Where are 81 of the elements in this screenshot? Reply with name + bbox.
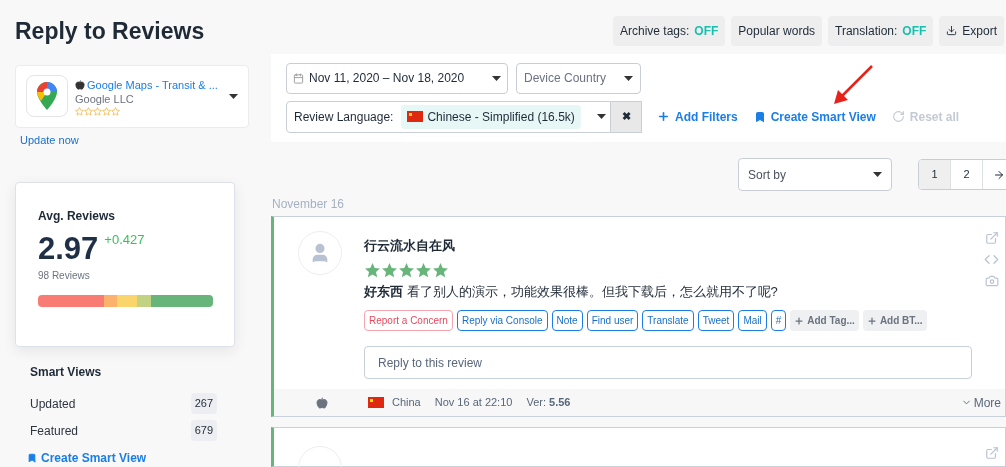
filter-link[interactable]: Create Smart View <box>753 107 876 126</box>
external-link-icon[interactable] <box>985 446 999 460</box>
more-button[interactable]: More <box>960 393 1001 412</box>
filter-link[interactable]: Add Filters <box>657 107 738 126</box>
action-button[interactable]: Find user <box>586 310 639 331</box>
action-button[interactable]: Add Tag... <box>790 310 859 331</box>
bookmark-icon <box>27 453 37 463</box>
toolbar-button[interactable]: Archive tags: OFF <box>612 16 726 46</box>
review-date: Nov 16 at 22:10 <box>434 395 513 411</box>
caret-icon <box>873 172 882 177</box>
star-icon <box>415 261 432 279</box>
rating-change: +0.427 <box>104 233 145 247</box>
action-button[interactable]: Note <box>551 310 583 331</box>
flag-icon <box>368 397 384 408</box>
caret-icon <box>596 114 606 120</box>
flag-icon <box>407 111 424 123</box>
toolbar-button[interactable]: Export <box>939 16 1004 46</box>
app-icon <box>26 75 68 118</box>
arrow-right-icon <box>993 168 1005 181</box>
code-icon[interactable] <box>984 252 999 267</box>
caret-icon <box>229 93 238 99</box>
date-heading: November 16 <box>272 196 346 213</box>
reset-icon <box>891 110 905 124</box>
action-button[interactable]: Reply via Console <box>456 310 548 331</box>
star-icon <box>102 106 111 116</box>
star-icon <box>75 106 84 116</box>
date-range-dropdown[interactable]: Nov 11, 2020 – Nov 18, 2020 <box>286 62 508 94</box>
toolbar-button[interactable]: Translation: OFF <box>828 16 934 46</box>
smart-view-item[interactable]: Featured 679 <box>30 420 217 441</box>
developer-name: Google LLC <box>75 93 135 107</box>
update-now-link[interactable]: Update now <box>20 131 79 149</box>
caret-icon <box>492 75 501 81</box>
reviewer-name: 行云流水自在风 <box>364 237 456 255</box>
star-icon <box>398 261 415 279</box>
camera-icon[interactable] <box>984 274 999 288</box>
action-button[interactable]: Add BT... <box>862 310 927 331</box>
plus-icon <box>657 110 670 124</box>
reply-field[interactable]: Reply to this review <box>364 346 972 379</box>
count-badge: 267 <box>190 393 217 414</box>
download-icon <box>946 25 958 37</box>
apple-icon <box>75 79 85 90</box>
star-icon <box>381 261 398 279</box>
plus-icon <box>866 315 877 326</box>
app-name[interactable]: Google Maps - Transit & ... <box>87 76 218 93</box>
review-language-filter[interactable]: Review Language: Chinese - Simplified (16.5k) <box>286 100 611 133</box>
app-card[interactable]: Google Maps - Transit & ... Google LLC <box>15 64 249 128</box>
review-country: China <box>392 395 421 411</box>
review-count: 98 Reviews <box>38 269 91 284</box>
action-button[interactable]: Mail <box>738 310 767 331</box>
star-icon <box>111 106 120 116</box>
create-smart-view-link[interactable]: Create Smart View <box>27 449 147 467</box>
average-rating: 2.97 <box>38 233 99 265</box>
review-text: 好东西 看了别人的演示，功能效果很棒。但我下载后，怎么就用不了呢? <box>364 282 779 301</box>
page-button[interactable]: 1 <box>919 160 951 189</box>
action-button[interactable]: # <box>770 310 787 331</box>
star-icon <box>84 106 93 116</box>
calendar-icon <box>293 72 304 84</box>
app-version: Ver: 5.56 <box>526 395 571 411</box>
plus-icon <box>794 315 805 326</box>
smart-views-heading: Smart Views <box>30 364 103 381</box>
page-title: Reply to Reviews <box>15 17 206 46</box>
annotation-arrow <box>832 64 874 106</box>
bookmark-icon <box>753 110 766 123</box>
action-button[interactable]: Translate <box>642 310 694 331</box>
filter-label: Review Language: <box>294 108 394 126</box>
count-badge: 679 <box>190 420 217 441</box>
smart-view-item[interactable]: Updated 267 <box>30 393 217 414</box>
caret-icon <box>624 75 633 81</box>
external-link-icon[interactable] <box>984 231 999 245</box>
sort-dropdown[interactable]: Sort by <box>738 158 892 191</box>
action-button[interactable]: Report a Concern <box>364 310 453 331</box>
apple-icon <box>316 396 328 409</box>
star-icon <box>93 106 102 116</box>
action-button[interactable]: Tweet <box>697 310 735 331</box>
device-country-dropdown[interactable]: Device Country <box>516 62 641 94</box>
star-icon <box>432 261 449 279</box>
language-chip: Chinese - Simplified (16.5k) <box>401 104 581 129</box>
toolbar-button[interactable]: Popular words <box>731 16 823 46</box>
clear-filter-button[interactable]: ✖ <box>611 100 642 133</box>
card-title: Avg. Reviews <box>38 208 116 226</box>
star-icon <box>364 261 381 279</box>
